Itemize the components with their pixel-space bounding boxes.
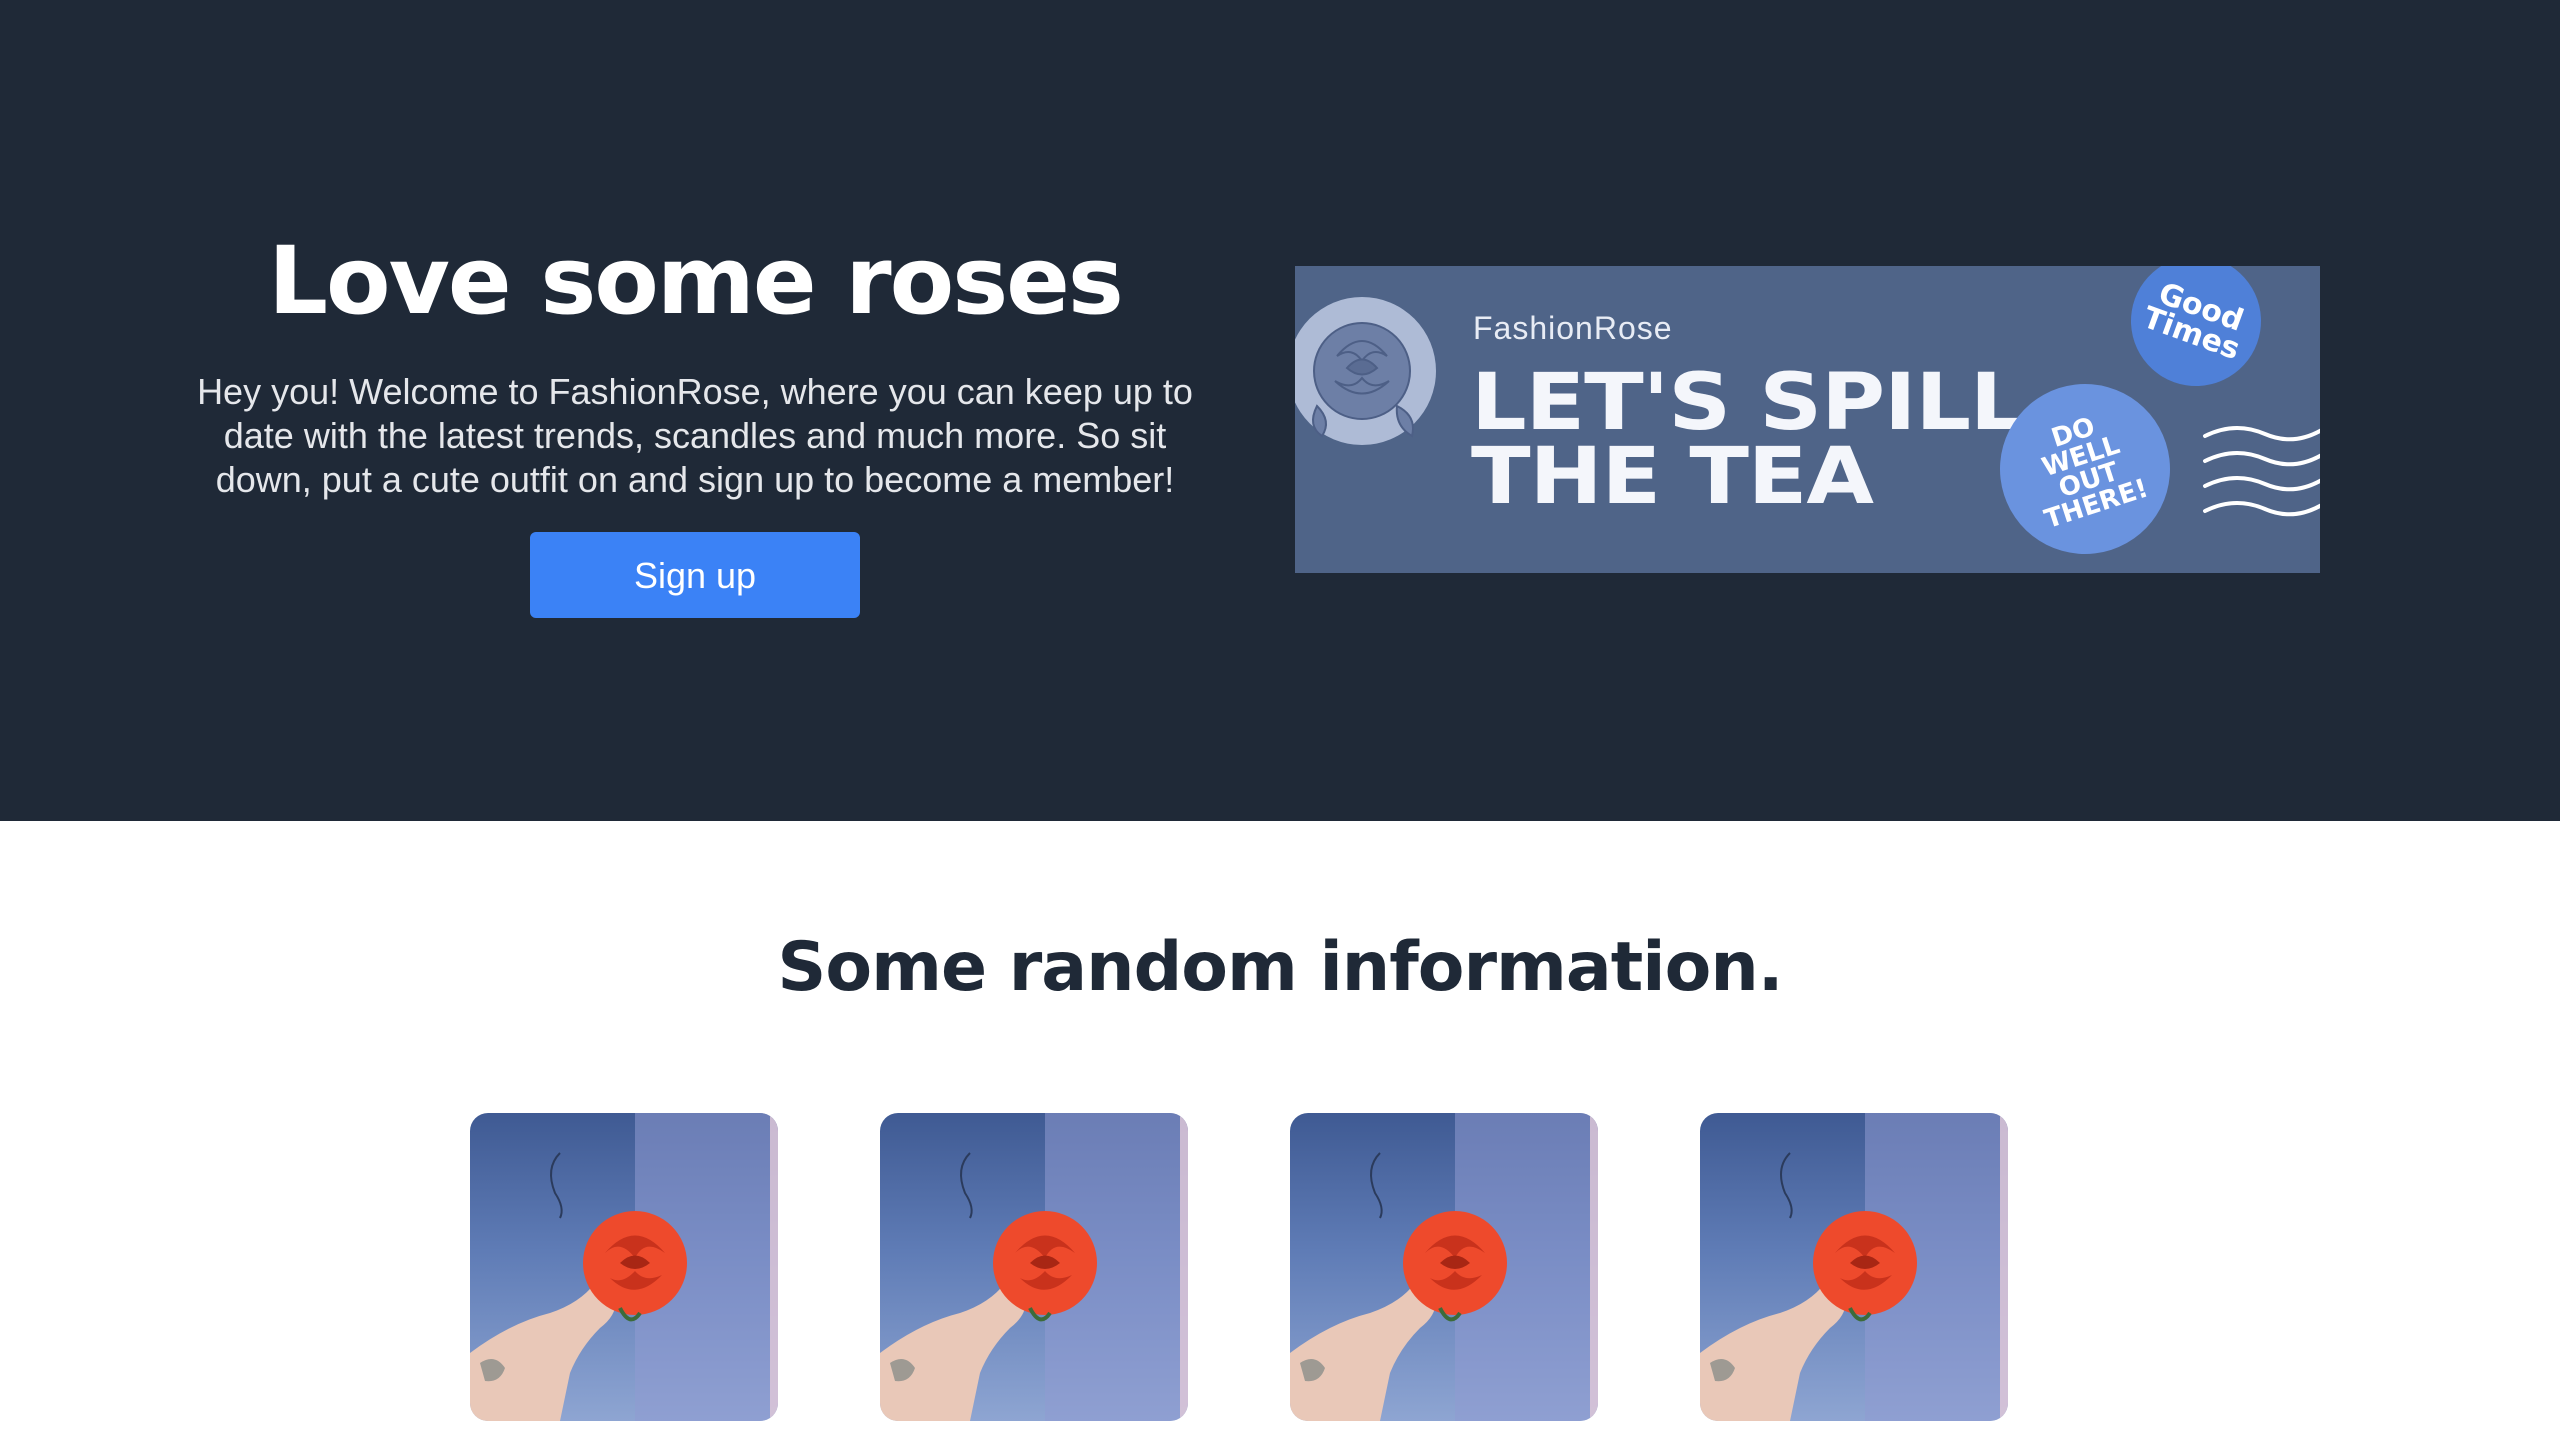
banner-headline-line2: THE TEA <box>1471 432 1874 522</box>
hero-title: Love some roses <box>268 227 1124 336</box>
signup-button[interactable]: Sign up <box>530 532 860 618</box>
postmark-waves-icon <box>2203 425 2320 517</box>
hero-description: Hey you! Welcome to FashionRose, where y… <box>197 371 1193 500</box>
banner-headline-line1: LET'S SPILL <box>1471 358 2026 448</box>
image-card-grid <box>470 1113 2010 1423</box>
rose-photo-card[interactable] <box>1290 1113 1598 1421</box>
hero-section: Love some roses Hey you! Welcome to Fash… <box>0 0 2560 821</box>
rose-photo-card[interactable] <box>880 1113 1188 1421</box>
promo-banner-image: FashionRose LET'S SPILL THE TEA Good Tim… <box>1295 266 2320 573</box>
banner-headline: LET'S SPILL THE TEA <box>1471 358 2026 522</box>
rose-in-hand-image <box>1700 1113 2008 1421</box>
good-times-badge: Good Times <box>2112 266 2280 405</box>
rose-stamp-icon <box>1295 297 1436 445</box>
rose-in-hand-image <box>470 1113 778 1421</box>
rose-in-hand-image <box>880 1113 1188 1421</box>
rose-photo-card[interactable] <box>1700 1113 2008 1421</box>
hero-content: Love some roses Hey you! Welcome to Fash… <box>160 220 1230 618</box>
rose-photo-card[interactable] <box>470 1113 778 1421</box>
info-section-title: Some random information. <box>777 928 1783 1007</box>
banner-brand-text: FashionRose <box>1473 310 1673 346</box>
rose-in-hand-image <box>1290 1113 1598 1421</box>
